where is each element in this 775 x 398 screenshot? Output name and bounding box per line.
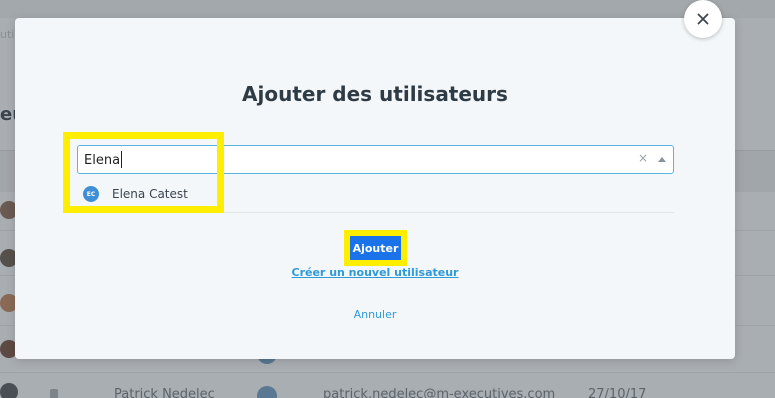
background-row-date: 27/10/17 [588,387,647,398]
add-button[interactable]: Ajouter [350,236,401,260]
background-topbar [0,0,775,18]
background-role-badge [257,386,277,398]
lock-icon [50,389,58,398]
search-results-dropdown: EC Elena Catest [77,175,674,213]
text-caret [121,151,122,168]
background-row-name: Patrick Nedelec [114,387,215,398]
cancel-link[interactable]: Annuler [15,308,735,321]
user-search-select[interactable]: × [77,145,674,174]
background-row-email: patrick.nedelec@m-executives.com [323,387,556,398]
search-result-label: Elena Catest [112,187,188,201]
modal-title: Ajouter des utilisateurs [242,82,508,106]
chevron-up-icon[interactable] [658,157,666,162]
background-avatar [0,383,18,398]
background-row-divider [0,372,775,373]
user-search-input[interactable] [84,150,504,170]
add-users-modal: Ajouter des utilisateurs × EC Elena Cate… [15,18,735,359]
create-new-user-link[interactable]: Créer un nouvel utilisateur [15,266,735,279]
user-avatar: EC [83,186,99,202]
close-button[interactable] [684,0,722,38]
clear-icon[interactable]: × [638,151,648,165]
close-icon [697,13,709,25]
search-result-option[interactable]: EC Elena Catest [83,184,188,204]
